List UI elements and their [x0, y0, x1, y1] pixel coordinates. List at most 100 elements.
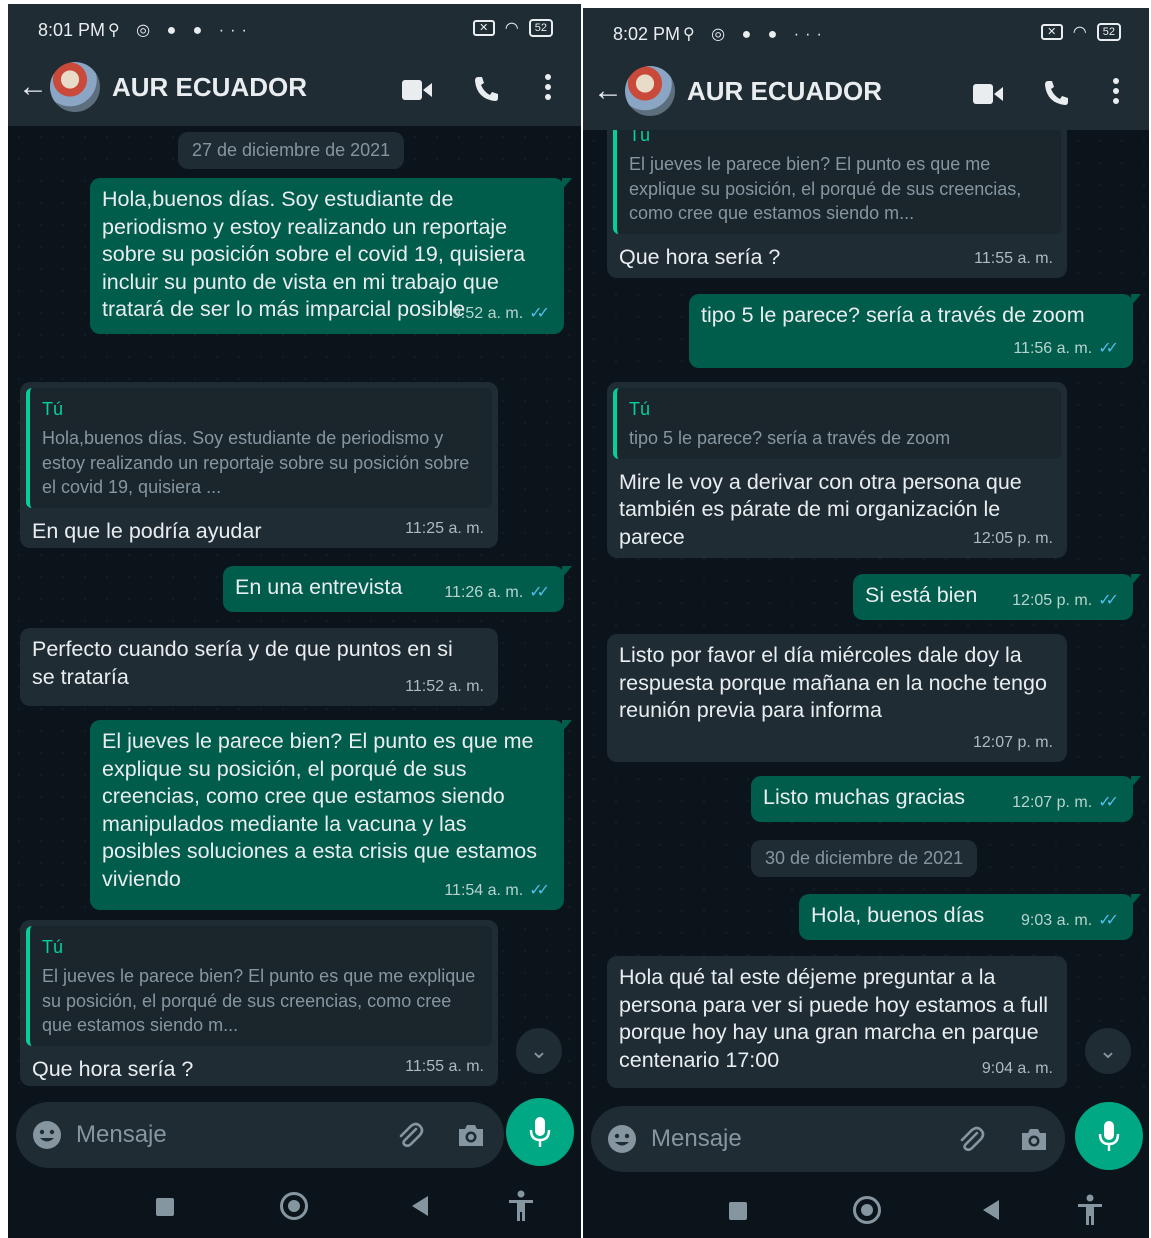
message-input[interactable]	[76, 1116, 316, 1154]
message-outgoing[interactable]: En una entrevista 11:26 a. m. ✓✓	[223, 566, 572, 612]
message-time: 11:56 a. m.	[1013, 339, 1093, 357]
message-incoming[interactable]: Hola qué tal este déjeme preguntar a la …	[607, 956, 1067, 1088]
more-options-icon[interactable]	[545, 74, 551, 100]
microphone-button[interactable]	[1075, 1102, 1143, 1170]
message-composer	[591, 1106, 1065, 1172]
message-incoming-reply[interactable]: Tú tipo 5 le parece? sería a través de z…	[607, 382, 1067, 558]
video-call-icon[interactable]	[973, 84, 1003, 104]
avatar[interactable]	[625, 66, 675, 116]
quote-author: Tú	[42, 937, 64, 957]
message-outgoing[interactable]: tipo 5 le parece? sería a través de zoom…	[689, 294, 1141, 368]
quote-author: Tú	[629, 399, 651, 419]
date-separator: 30 de diciembre de 2021	[751, 840, 978, 877]
emoji-icon[interactable]	[607, 1124, 637, 1154]
contact-name[interactable]: AUR ECUADOR	[687, 76, 882, 107]
message-time: 9:03 a. m.	[1021, 911, 1093, 929]
message-time: 11:52 a. m.	[405, 677, 484, 695]
message-outgoing[interactable]: Si está bien 12:05 p. m. ✓✓	[853, 574, 1141, 620]
message-list[interactable]: Tú El jueves le parece bien? El punto es…	[583, 130, 1149, 1100]
message-incoming-reply[interactable]: Tú Hola,buenos días. Soy estudiante de p…	[20, 382, 498, 548]
home-icon[interactable]	[280, 1192, 308, 1220]
date-separator: 27 de diciembre de 2021	[178, 132, 405, 169]
status-time: 8:02 PM	[613, 24, 681, 44]
message-time: 12:07 p. m.	[1012, 793, 1093, 811]
quote-text: Hola,buenos días. Soy estudiante de peri…	[42, 428, 470, 497]
message-time: 11:55 a. m.	[405, 1057, 484, 1075]
attach-clip-icon[interactable]	[394, 1120, 424, 1150]
video-call-icon[interactable]	[402, 80, 432, 100]
microphone-icon	[1098, 1121, 1120, 1151]
read-ticks-icon: ✓✓	[1098, 591, 1119, 609]
quoted-message[interactable]: Tú tipo 5 le parece? sería a través de z…	[613, 388, 1061, 459]
chat-header: ← AUR ECUADOR	[583, 58, 1149, 130]
message-time: 11:26 a. m.	[444, 583, 524, 601]
message-text: El jueves le parece bien? El punto es qu…	[102, 729, 537, 891]
home-icon[interactable]	[853, 1196, 881, 1224]
back-arrow-icon[interactable]: ←	[18, 70, 48, 104]
read-ticks-icon: ✓✓	[529, 583, 550, 601]
sim-icon: ✕	[1040, 24, 1063, 40]
attach-clip-icon[interactable]	[955, 1124, 985, 1154]
message-outgoing[interactable]: Hola,buenos días. Soy estudiante de peri…	[90, 178, 572, 334]
quote-author: Tú	[42, 399, 64, 419]
message-input[interactable]	[651, 1120, 891, 1158]
notification-icons: ⚲ ◎ ● ● ···	[108, 22, 253, 39]
status-time: 8:01 PM	[38, 20, 106, 40]
avatar[interactable]	[50, 62, 100, 112]
scroll-down-icon[interactable]: ⌄	[1085, 1028, 1131, 1074]
message-text: tipo 5 le parece? sería a través de zoom	[701, 303, 1085, 327]
chat-header: ← AUR ECUADOR	[8, 54, 581, 126]
message-incoming[interactable]: Perfecto cuando sería y de que puntos en…	[20, 628, 498, 706]
message-time: 12:05 p. m.	[1012, 591, 1093, 609]
quoted-message[interactable]: Tú El jueves le parece bien? El punto es…	[613, 130, 1061, 234]
microphone-button[interactable]	[506, 1098, 574, 1166]
battery-icon: 52	[1096, 23, 1121, 41]
system-nav-bar	[583, 1178, 1149, 1238]
phone-icon[interactable]	[1041, 78, 1071, 108]
message-time: 12:05 p. m.	[972, 529, 1053, 547]
message-outgoing[interactable]: El jueves le parece bien? El punto es qu…	[90, 720, 572, 910]
scroll-down-icon[interactable]: ⌄	[516, 1028, 562, 1074]
read-ticks-icon: ✓✓	[529, 881, 550, 899]
accessibility-icon[interactable]	[1075, 1194, 1105, 1226]
notification-icons: ⚲ ◎ ● ● ···	[683, 26, 828, 43]
message-incoming-reply[interactable]: Tú El jueves le parece bien? El punto es…	[20, 920, 498, 1086]
recent-apps-icon[interactable]	[729, 1202, 747, 1220]
nav-back-icon[interactable]	[412, 1196, 428, 1216]
sim-icon: ✕	[472, 20, 495, 36]
message-time: 9:04 a. m.	[981, 1059, 1053, 1077]
more-options-icon[interactable]	[1113, 78, 1119, 104]
quote-text: tipo 5 le parece? sería a través de zoom	[629, 428, 951, 448]
message-list[interactable]: 27 de diciembre de 2021 Hola,buenos días…	[8, 126, 581, 1096]
quote-author: Tú	[629, 130, 651, 145]
read-ticks-icon: ✓✓	[1098, 911, 1119, 929]
battery-icon: 52	[528, 19, 553, 37]
camera-icon[interactable]	[1019, 1124, 1049, 1154]
quoted-message[interactable]: Tú El jueves le parece bien? El punto es…	[26, 926, 492, 1046]
camera-icon[interactable]	[456, 1120, 486, 1150]
phone-screen-left: 8:01 PM ⚲ ◎ ● ● ··· ✕ ◠ 52 ← AUR ECUADOR…	[8, 4, 581, 1238]
message-time: 9:52 a. m.	[452, 305, 524, 322]
microphone-icon	[529, 1117, 551, 1147]
message-incoming-reply[interactable]: Tú El jueves le parece bien? El punto es…	[607, 130, 1067, 278]
system-nav-bar	[8, 1174, 581, 1238]
emoji-icon[interactable]	[32, 1120, 62, 1150]
quoted-message[interactable]: Tú Hola,buenos días. Soy estudiante de p…	[26, 388, 492, 508]
message-composer	[16, 1102, 504, 1168]
message-time: 11:54 a. m.	[444, 881, 524, 899]
recent-apps-icon[interactable]	[156, 1198, 174, 1216]
contact-name[interactable]: AUR ECUADOR	[112, 72, 307, 103]
wifi-icon: ◠	[504, 20, 519, 37]
message-time: 12:07 p. m.	[972, 733, 1053, 751]
phone-icon[interactable]	[471, 74, 501, 104]
accessibility-icon[interactable]	[506, 1190, 536, 1222]
message-outgoing[interactable]: Hola, buenos días 9:03 a. m. ✓✓	[799, 894, 1141, 940]
message-outgoing[interactable]: Listo muchas gracias 12:07 p. m. ✓✓	[751, 776, 1141, 822]
message-incoming[interactable]: Listo por favor el día miércoles dale do…	[607, 634, 1067, 762]
message-text: Listo por favor el día miércoles dale do…	[619, 643, 1047, 722]
wifi-icon: ◠	[1072, 24, 1087, 41]
read-ticks-icon: ✓✓	[1098, 793, 1119, 811]
nav-back-icon[interactable]	[983, 1200, 999, 1220]
message-time: 11:25 a. m.	[405, 519, 484, 537]
back-arrow-icon[interactable]: ←	[593, 74, 623, 108]
